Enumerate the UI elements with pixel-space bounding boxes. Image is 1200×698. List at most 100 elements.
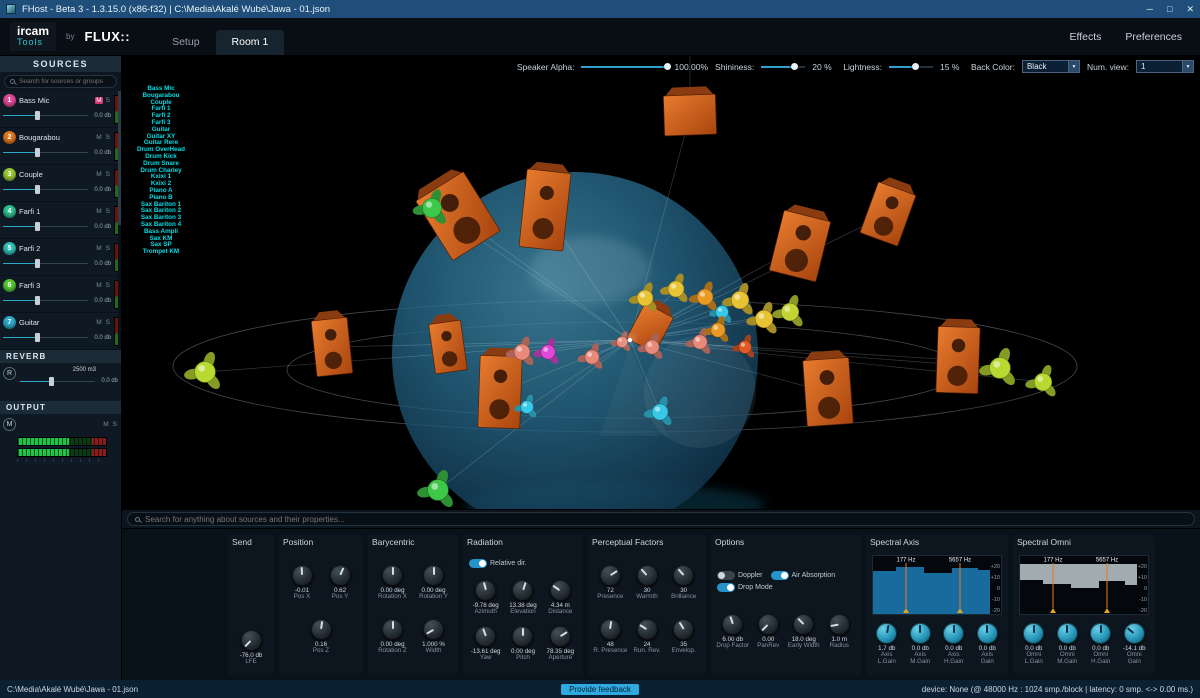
knob-axis-m-gain[interactable] <box>910 623 931 644</box>
output-badge[interactable]: M <box>3 418 16 431</box>
speaker[interactable] <box>663 86 717 136</box>
slider-handle[interactable] <box>35 296 40 305</box>
knob-pos-z[interactable] <box>311 619 332 640</box>
mute-button[interactable]: M <box>95 245 102 252</box>
toggle-doppler[interactable]: Doppler <box>717 571 763 580</box>
slider-handle[interactable] <box>35 259 40 268</box>
slider-handle[interactable] <box>35 333 40 342</box>
solo-button[interactable]: S <box>112 421 118 428</box>
toggle-relative-dir[interactable]: Relative dir. <box>469 559 527 568</box>
speaker-alpha-slider[interactable] <box>581 62 667 71</box>
solo-button[interactable]: S <box>105 282 111 289</box>
source-row[interactable]: 2BougarabouMS0.0 db <box>0 128 121 165</box>
speaker[interactable] <box>769 202 833 282</box>
knob-omni-h-gain[interactable] <box>1090 623 1111 644</box>
knob-aperture[interactable] <box>550 626 571 647</box>
source-gain-slider[interactable] <box>3 222 88 231</box>
slider-handle[interactable] <box>35 185 40 194</box>
source-object[interactable] <box>1025 364 1058 399</box>
knob-presence[interactable] <box>600 565 621 586</box>
knob-warmth[interactable] <box>637 565 658 586</box>
knob-axis-l-gain[interactable] <box>876 623 897 644</box>
minimize-icon[interactable]: ─ <box>1147 4 1153 15</box>
knob-width[interactable] <box>423 619 444 640</box>
knob-yaw[interactable] <box>475 626 496 647</box>
mute-button[interactable]: M <box>95 134 102 141</box>
knob-pos-x[interactable] <box>292 565 313 586</box>
global-search-input[interactable] <box>145 515 1187 524</box>
knob-early-width[interactable] <box>793 614 814 635</box>
slider-handle[interactable] <box>35 111 40 120</box>
sources-search-input[interactable] <box>19 78 111 85</box>
toggle-drop-mode[interactable]: Drop Mode <box>717 583 773 592</box>
reverb-badge[interactable]: R <box>3 367 16 380</box>
knob-brilliance[interactable] <box>673 565 694 586</box>
knob-elevation[interactable] <box>512 580 533 601</box>
knob-r-presence[interactable] <box>600 619 621 640</box>
mute-button[interactable]: M <box>95 208 102 215</box>
solo-button[interactable]: S <box>105 245 111 252</box>
slider-handle[interactable] <box>664 63 671 70</box>
maximize-icon[interactable]: □ <box>1167 4 1172 15</box>
knob-axis-h-gain[interactable] <box>943 623 964 644</box>
knob-pitch[interactable] <box>512 626 533 647</box>
knob-axis-gain[interactable] <box>977 623 998 644</box>
source-object[interactable] <box>772 294 805 329</box>
knob-rotation-z[interactable] <box>382 619 403 640</box>
knob-lfe[interactable] <box>241 630 262 651</box>
reverb-gain-slider[interactable] <box>20 377 95 386</box>
mute-button[interactable]: M <box>95 282 102 289</box>
knob-drop-factor[interactable] <box>722 614 743 635</box>
tab-setup[interactable]: Setup <box>156 30 215 55</box>
solo-button[interactable]: S <box>105 134 111 141</box>
source-gain-slider[interactable] <box>3 148 88 157</box>
slider-handle[interactable] <box>35 222 40 231</box>
global-search[interactable] <box>127 512 1195 526</box>
knob-panrev[interactable] <box>758 614 779 635</box>
toggle-switch[interactable] <box>717 571 735 580</box>
source-gain-slider[interactable] <box>3 296 88 305</box>
knob-radius[interactable] <box>829 614 850 635</box>
knob-omni-gain[interactable] <box>1124 623 1145 644</box>
speaker[interactable] <box>310 309 352 376</box>
knob-omni-m-gain[interactable] <box>1057 623 1078 644</box>
source-row[interactable]: 3CoupleMS0.0 db <box>0 165 121 202</box>
back-color-select[interactable]: Black ▼ <box>1022 60 1080 73</box>
source-row[interactable]: 4Farfi 1MS0.0 db <box>0 202 121 239</box>
num-view-select[interactable]: 1 ▼ <box>1136 60 1194 73</box>
source-object[interactable] <box>978 346 1017 387</box>
toggle-switch[interactable] <box>717 583 735 592</box>
knob-pos-y[interactable] <box>330 565 351 586</box>
nav-button-effects[interactable]: Effects <box>1069 31 1101 43</box>
knob-envelop[interactable] <box>673 619 694 640</box>
speaker[interactable] <box>860 174 919 246</box>
toggle-switch[interactable] <box>771 571 789 580</box>
tab-room-1[interactable]: Room 1 <box>216 30 285 55</box>
source-gain-slider[interactable] <box>3 259 88 268</box>
lightness-slider[interactable] <box>889 62 933 71</box>
speaker[interactable] <box>936 318 981 393</box>
toggle-air-absorption[interactable]: Air Absorption <box>771 571 836 580</box>
source-row[interactable]: 5Farfi 2MS0.0 db <box>0 239 121 276</box>
source-gain-slider[interactable] <box>3 111 88 120</box>
solo-button[interactable]: S <box>105 171 111 178</box>
solo-button[interactable]: S <box>105 319 111 326</box>
scene-name-item[interactable]: Trompet KM <box>132 249 190 256</box>
knob-azimuth[interactable] <box>475 580 496 601</box>
provide-feedback-button[interactable]: Provide feedback <box>561 684 639 695</box>
speaker[interactable] <box>519 161 572 251</box>
toggle-switch[interactable] <box>469 559 487 568</box>
mute-button[interactable]: M <box>95 171 102 178</box>
source-row[interactable]: 1Bass MicMS0.0 db <box>0 91 121 128</box>
knob-rotation-y[interactable] <box>423 565 444 586</box>
solo-button[interactable]: S <box>105 97 111 104</box>
mute-button[interactable]: M <box>95 97 102 104</box>
slider-handle[interactable] <box>49 377 54 386</box>
room-viewport[interactable]: Bass MicBougarabouCoupleFarfi 1Farfi 2Fa… <box>122 56 1200 509</box>
knob-rotation-x[interactable] <box>382 565 403 586</box>
sources-search[interactable] <box>4 75 117 88</box>
knob-distance[interactable] <box>550 580 571 601</box>
slider-handle[interactable] <box>912 63 919 70</box>
listener-point[interactable] <box>628 338 632 342</box>
nav-button-preferences[interactable]: Preferences <box>1125 31 1182 43</box>
